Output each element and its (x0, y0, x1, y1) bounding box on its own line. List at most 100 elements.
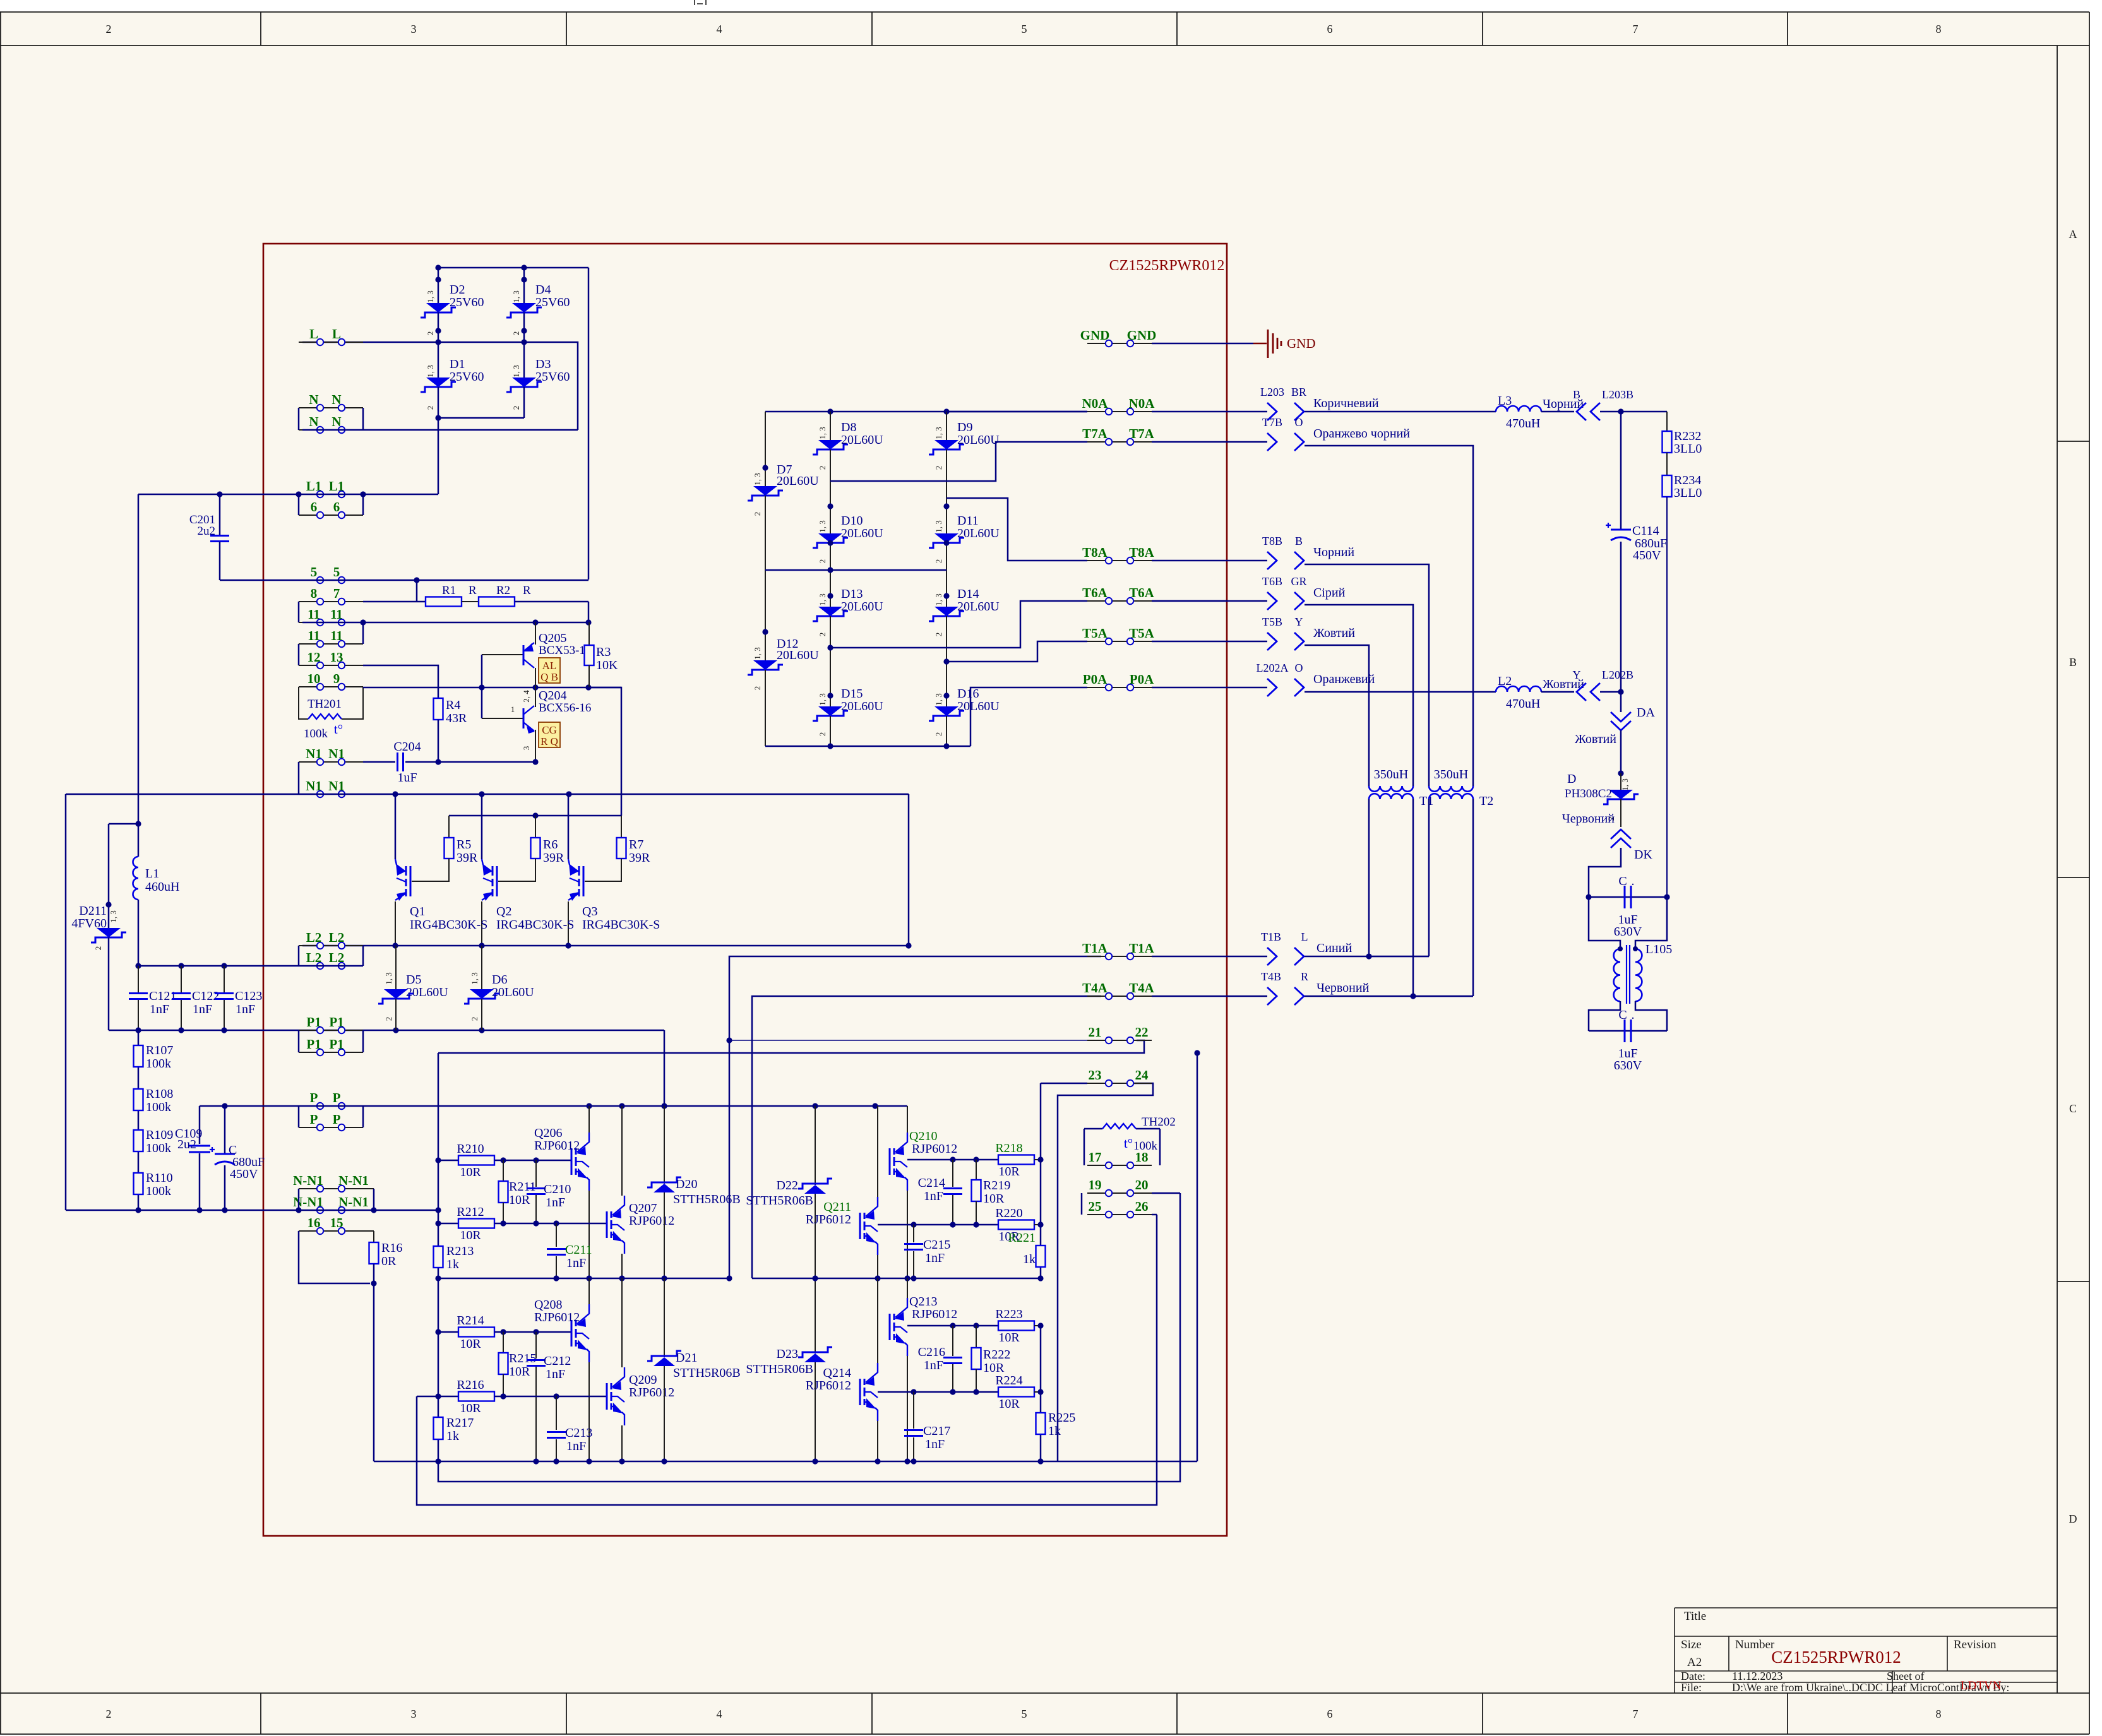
svg-text:R220: R220 (995, 1206, 1022, 1220)
svg-text:Size: Size (1681, 1638, 1702, 1651)
svg-text:2: 2 (511, 406, 521, 410)
svg-text:11.12.2023: 11.12.2023 (1732, 1670, 1783, 1682)
svg-text:19: 19 (1089, 1177, 1102, 1192)
svg-text:C114: C114 (1632, 524, 1659, 538)
svg-text:C215: C215 (923, 1238, 950, 1252)
svg-text:16: 16 (308, 1215, 321, 1230)
svg-text:1k: 1k (446, 1429, 459, 1443)
svg-text:R234: R234 (1674, 473, 1701, 487)
svg-text:100k: 100k (1133, 1139, 1158, 1153)
svg-text:D10: D10 (841, 514, 863, 528)
svg-text:L2: L2 (329, 950, 345, 965)
svg-text:Q213: Q213 (909, 1295, 937, 1309)
svg-text:10R: 10R (460, 1337, 481, 1351)
svg-text:470uH: 470uH (1506, 417, 1540, 431)
svg-text:8: 8 (1936, 23, 1942, 35)
svg-text:23: 23 (1089, 1067, 1102, 1083)
svg-text:450V: 450V (1633, 549, 1661, 562)
svg-text:D22: D22 (777, 1179, 798, 1192)
svg-text:3LL0: 3LL0 (1674, 486, 1702, 500)
svg-text:P: P (310, 1090, 318, 1105)
svg-text:2u2: 2u2 (177, 1138, 196, 1151)
svg-text:D20: D20 (676, 1177, 697, 1191)
svg-text:6: 6 (311, 499, 318, 514)
svg-text:R1: R1 (442, 584, 456, 597)
svg-text:20L60U: 20L60U (777, 474, 819, 488)
svg-text:R225: R225 (1048, 1411, 1075, 1425)
svg-text:N: N (309, 414, 318, 429)
svg-text:R211: R211 (509, 1180, 536, 1194)
svg-text:R214: R214 (457, 1314, 484, 1328)
svg-text:15: 15 (330, 1215, 343, 1230)
svg-text:B: B (2069, 656, 2077, 669)
svg-text:5: 5 (1022, 23, 1027, 35)
svg-text:T4A: T4A (1082, 980, 1108, 996)
svg-text:17: 17 (1089, 1150, 1102, 1165)
svg-text:8: 8 (1936, 1708, 1942, 1720)
svg-text:Number: Number (1735, 1638, 1775, 1651)
svg-text:DK: DK (1634, 848, 1652, 862)
svg-text:C217: C217 (923, 1424, 950, 1438)
svg-text:IRG4BC30K-S: IRG4BC30K-S (410, 918, 487, 932)
svg-text:C122: C122 (192, 989, 219, 1003)
svg-text:Q210: Q210 (909, 1129, 937, 1143)
svg-text:1uF: 1uF (397, 771, 417, 785)
svg-text:D11: D11 (957, 514, 979, 528)
svg-text:100k: 100k (304, 727, 328, 740)
svg-text:100k: 100k (146, 1184, 171, 1198)
svg-text:N-N1: N-N1 (338, 1194, 369, 1210)
svg-text:R5: R5 (457, 838, 471, 852)
svg-text:STTH5R06B: STTH5R06B (673, 1192, 741, 1206)
svg-text:B: B (1573, 388, 1580, 401)
svg-text:N0A: N0A (1082, 396, 1109, 411)
svg-text:20L60U: 20L60U (957, 526, 1000, 540)
svg-text:2: 2 (511, 331, 521, 336)
svg-text:RJP6012: RJP6012 (534, 1311, 580, 1324)
svg-text:RJP6012: RJP6012 (629, 1386, 674, 1400)
svg-text:R212: R212 (457, 1205, 484, 1219)
svg-text:2: 2 (818, 633, 827, 637)
svg-text:GND: GND (1287, 336, 1316, 351)
svg-text:Сірий: Сірий (1313, 586, 1346, 600)
svg-text:R222: R222 (983, 1348, 1010, 1362)
svg-text:Sheet of: Sheet of (1887, 1670, 1924, 1682)
svg-text:R Q: R Q (540, 735, 558, 747)
svg-text:10R: 10R (998, 1397, 1020, 1411)
svg-text:Q206: Q206 (534, 1126, 562, 1140)
svg-text:10R: 10R (998, 1165, 1020, 1179)
svg-text:T7A: T7A (1129, 426, 1155, 441)
svg-text:25: 25 (1089, 1199, 1102, 1214)
svg-text:C211: C211 (565, 1243, 592, 1257)
svg-text:0R: 0R (381, 1254, 397, 1268)
svg-text:Чорний: Чорний (1313, 545, 1354, 559)
svg-text:1nF: 1nF (925, 1437, 945, 1451)
svg-text:11: 11 (330, 607, 343, 622)
svg-text:P0A: P0A (1130, 672, 1154, 687)
svg-text:A: A (2069, 228, 2077, 241)
svg-text:26: 26 (1135, 1199, 1149, 1214)
svg-text:1, 3: 1, 3 (934, 693, 943, 706)
svg-text:Оранжево чорний: Оранжево чорний (1313, 427, 1410, 441)
svg-text:2: 2 (753, 686, 762, 691)
svg-text:6: 6 (1327, 1708, 1333, 1720)
svg-text:C216: C216 (918, 1345, 945, 1359)
svg-text:A2: A2 (1687, 1656, 1702, 1669)
svg-text:CG: CG (542, 724, 557, 736)
svg-text:2: 2 (384, 1017, 393, 1021)
svg-text:1, 3: 1, 3 (818, 520, 827, 533)
svg-text:N1: N1 (328, 746, 345, 761)
svg-text:T1B: T1B (1261, 930, 1281, 943)
svg-text:L202B: L202B (1602, 669, 1633, 681)
svg-text:R223: R223 (995, 1307, 1022, 1321)
svg-text:Q214: Q214 (823, 1366, 851, 1380)
svg-text:C204: C204 (393, 740, 421, 754)
svg-text:L1: L1 (306, 479, 322, 494)
svg-text:L1: L1 (329, 479, 345, 494)
svg-text:D4: D4 (535, 283, 551, 297)
svg-text:Y: Y (1573, 669, 1581, 681)
svg-text:10R: 10R (509, 1193, 530, 1207)
svg-text:24: 24 (1135, 1067, 1149, 1083)
svg-text:10K: 10K (596, 658, 618, 672)
svg-text:Y: Y (1295, 615, 1303, 628)
svg-text:11: 11 (308, 628, 320, 643)
